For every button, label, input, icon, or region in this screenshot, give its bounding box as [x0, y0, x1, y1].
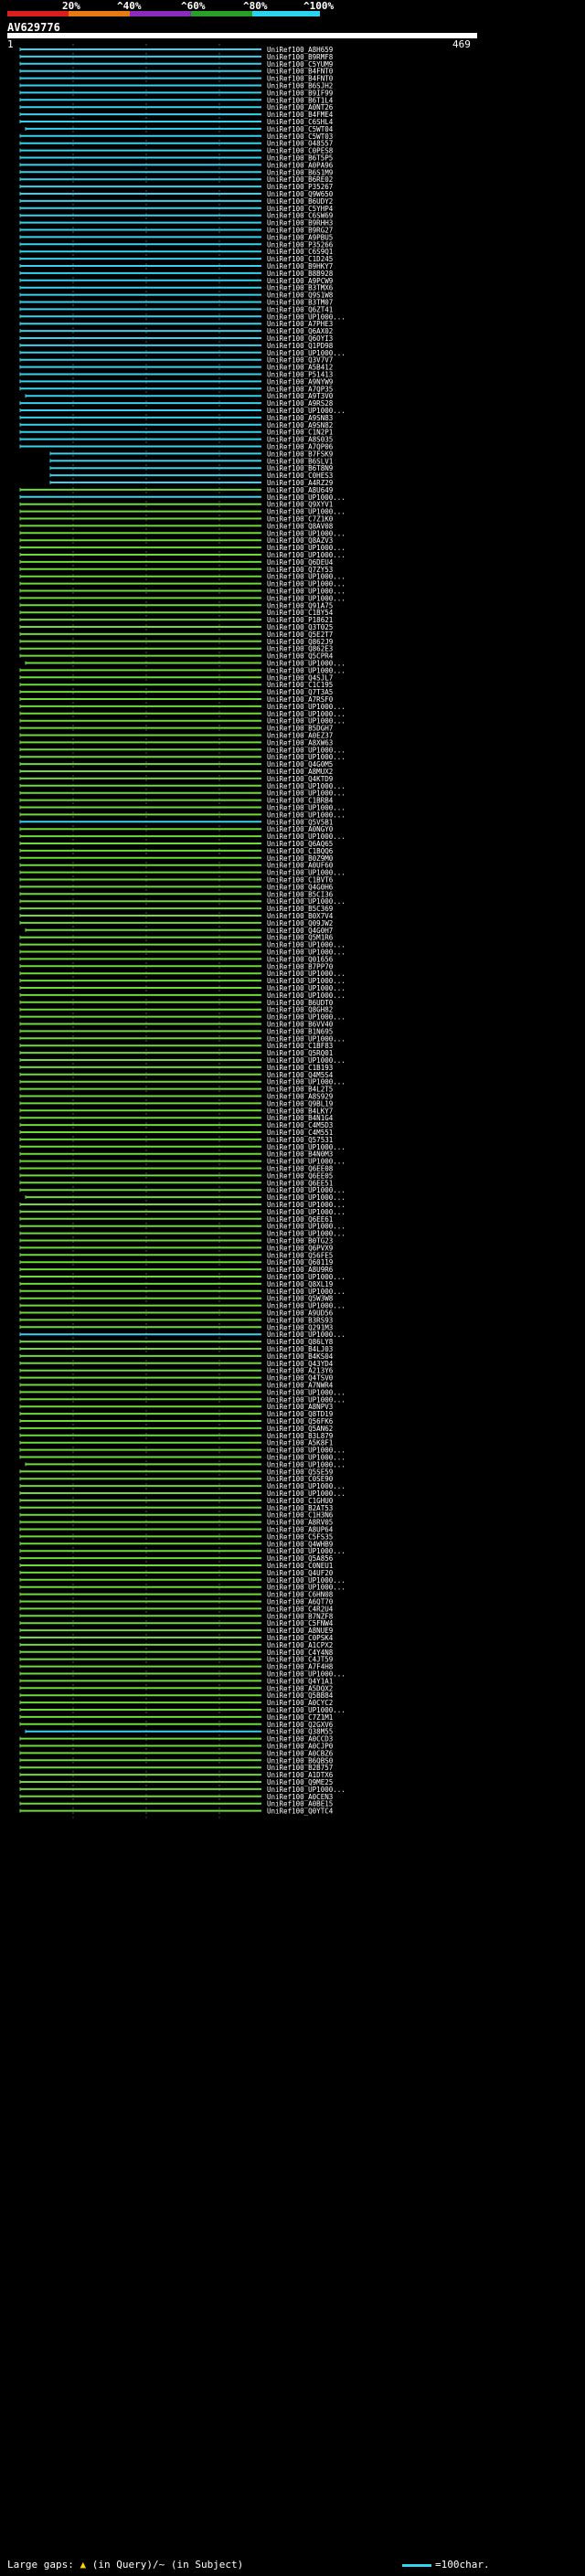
gap-marker-icon: ▲ — [80, 2559, 87, 2571]
gap-legend-text: (in Query)/~ (in Subject) — [91, 2559, 244, 2571]
hit-alignment-panel: UniRef100_A8H659UniRef100_B9RMF8UniRef10… — [19, 44, 346, 1818]
footer-legend: Large gaps: ▲ (in Query)/~ (in Subject) — [7, 2559, 243, 2571]
scale-legend: =100char. — [402, 2559, 490, 2571]
scale-label: =100char. — [435, 2559, 490, 2571]
scale-bar — [402, 2563, 431, 2567]
hit-label[interactable]: UniRef100_Q0YTC4 — [267, 1807, 334, 1816]
gap-legend-label: Large gaps: — [7, 2559, 74, 2571]
